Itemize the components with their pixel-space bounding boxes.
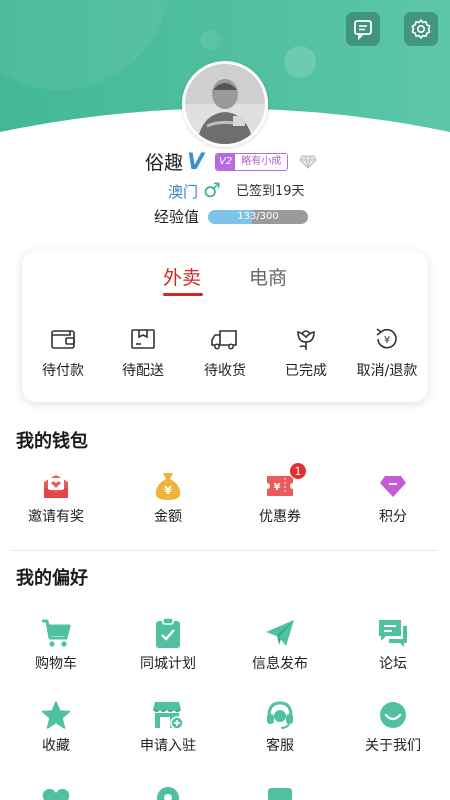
diamond-icon (380, 476, 406, 497)
pref-apply-settle[interactable]: 申请入驻 (118, 699, 218, 755)
pref-item-label: 同城计划 (140, 656, 196, 672)
square-icon (268, 788, 292, 800)
pref-item-label: 购物车 (35, 656, 77, 672)
pref-forum[interactable]: 论坛 (343, 617, 443, 673)
wallet-item-label: 积分 (379, 509, 407, 525)
pref-partial-item[interactable] (6, 782, 106, 800)
message-icon (354, 20, 372, 40)
exp-progress-bar: 133/300 (208, 210, 308, 224)
wallet-item-label: 邀请有奖 (28, 509, 84, 525)
store-icon (153, 702, 184, 730)
signin-text: 已签到19天 (236, 184, 305, 199)
clipboard-icon (156, 617, 180, 648)
exp-progress-text: 133/300 (237, 211, 279, 222)
order-item-label: 取消/退款 (356, 363, 418, 379)
pref-cart[interactable]: 购物车 (6, 617, 106, 673)
wallet-item-label: 优惠券 (259, 509, 301, 525)
pref-item-label: 论坛 (379, 656, 407, 672)
pref-partial-item[interactable] (118, 782, 218, 800)
wallet-invite[interactable]: 邀请有奖 (6, 470, 106, 526)
flower-icon (297, 330, 315, 350)
order-pending-payment[interactable]: 待付款 (23, 325, 103, 380)
svg-text:¥: ¥ (384, 335, 390, 346)
name-row: 俗趣 V V2 略有小成 (0, 150, 450, 176)
avatar-image (185, 64, 265, 144)
exp-label: 经验值 (154, 208, 200, 226)
male-icon: ♂ (203, 178, 221, 202)
wallet-item-label: 金额 (154, 509, 182, 525)
pref-about-us[interactable]: 关于我们 (343, 699, 443, 755)
message-button[interactable] (346, 12, 380, 46)
pref-item-label: 申请入驻 (140, 738, 196, 754)
level-badge: V2 略有小成 (215, 153, 289, 171)
order-pending-receipt[interactable]: 待收货 (185, 325, 265, 380)
level-value: V2 (216, 154, 236, 170)
svg-text:¥: ¥ (164, 484, 172, 497)
pref-partial-item[interactable] (230, 782, 330, 800)
pref-favorites[interactable]: 收藏 (6, 699, 106, 755)
active-tab-indicator (163, 293, 203, 296)
location-row: 澳门 ♂ 已签到19天 (0, 178, 450, 204)
avatar[interactable] (182, 61, 268, 147)
gift-icon (44, 475, 68, 498)
wallet-points[interactable]: 积分 (343, 470, 443, 526)
wallet-icon (51, 330, 75, 349)
pref-publish[interactable]: 信息发布 (230, 617, 330, 673)
order-item-label: 待配送 (122, 363, 164, 379)
pref-item-label: 关于我们 (365, 738, 421, 754)
gear-icon (411, 19, 431, 39)
heart-icon (42, 788, 70, 800)
chat-icon (379, 620, 407, 647)
pref-item-label: 客服 (266, 738, 294, 754)
wallet-coupon[interactable]: ¥ 1 优惠券 (230, 462, 330, 526)
preferences-title: 我的偏好 (16, 568, 88, 589)
order-item-label: 待付款 (42, 363, 84, 379)
settings-button[interactable] (404, 12, 438, 46)
pref-item-label: 信息发布 (252, 656, 308, 672)
star-icon (41, 701, 71, 729)
order-card: 外卖 电商 待付款 待配送 待收货 已完成 ¥ 取消/退款 (22, 251, 428, 402)
exp-row: 经验值 133/300 (0, 206, 450, 228)
order-completed[interactable]: 已完成 (266, 325, 346, 380)
notification-badge: 1 (289, 462, 307, 480)
paper-plane-icon (266, 620, 294, 646)
level-title: 略有小成 (235, 154, 288, 170)
cart-icon (42, 619, 71, 647)
verified-icon: V (187, 150, 205, 175)
wallet-balance[interactable]: ¥ 金额 (118, 470, 218, 526)
pref-local-plan[interactable]: 同城计划 (118, 617, 218, 673)
username: 俗趣 (145, 152, 184, 174)
order-item-label: 待收货 (204, 363, 246, 379)
money-bag-icon: ¥ (155, 473, 181, 500)
package-icon (131, 329, 155, 349)
smile-icon (380, 702, 406, 728)
headset-icon (267, 701, 293, 729)
order-cancel-refund[interactable]: ¥ 取消/退款 (347, 325, 427, 380)
order-item-label: 已完成 (285, 363, 327, 379)
section-divider (12, 550, 438, 551)
truck-icon (211, 330, 237, 350)
wallet-title: 我的钱包 (16, 431, 88, 452)
pref-item-label: 收藏 (42, 738, 70, 754)
location-text: 澳门 (168, 183, 199, 201)
tab-ecommerce[interactable]: 电商 (249, 265, 287, 291)
order-pending-delivery[interactable]: 待配送 (103, 325, 183, 380)
pref-customer-service[interactable]: 客服 (230, 699, 330, 755)
location-pin-icon (157, 787, 179, 800)
diamond-rank-icon (299, 155, 317, 169)
refund-icon: ¥ (376, 328, 397, 349)
svg-text:¥: ¥ (274, 482, 281, 493)
tab-takeout[interactable]: 外卖 (163, 265, 201, 291)
